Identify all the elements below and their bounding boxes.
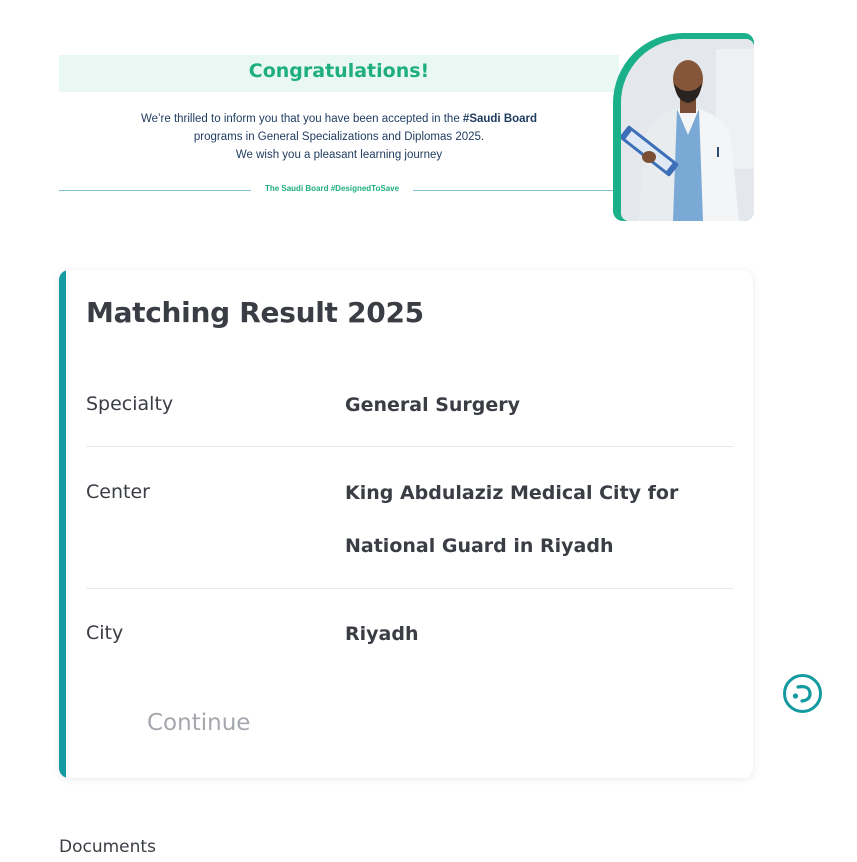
chat-support-icon xyxy=(783,674,822,713)
row-divider xyxy=(86,446,733,447)
banner-message-line-1: We’re thrilled to inform you that you ha… xyxy=(59,113,619,125)
banner-hashtag: #Saudi Board xyxy=(462,113,538,125)
specialty-label: Specialty xyxy=(86,393,174,415)
matching-result-card: Matching Result 2025 Specialty General S… xyxy=(59,270,753,778)
row-divider xyxy=(86,588,733,589)
specialty-value: General Surgery xyxy=(345,394,521,416)
city-label: City xyxy=(86,622,124,644)
continue-button[interactable]: Continue xyxy=(147,710,250,736)
center-value: King Abdulaziz Medical City for National… xyxy=(345,482,679,557)
banner-message-prefix: We’re thrilled to inform you that you ha… xyxy=(140,113,463,125)
banner-footer-rule-right xyxy=(413,190,619,191)
acceptance-banner: Congratulations! We’re thrilled to infor… xyxy=(59,33,754,221)
banner-footer: The Saudi Board #DesignedToSave xyxy=(59,184,619,196)
card-title: Matching Result 2025 xyxy=(86,296,424,329)
doctor-photo-frame xyxy=(613,33,754,221)
banner-message-line-3: We wish you a pleasant learning journey xyxy=(235,149,443,161)
banner-title: Congratulations! xyxy=(248,60,430,82)
banner-footer-tag: The Saudi Board #DesignedToSave xyxy=(264,184,400,193)
card-accent-bar xyxy=(59,270,66,778)
center-label: Center xyxy=(86,481,150,503)
documents-section-label: Documents xyxy=(59,837,156,857)
city-value: Riyadh xyxy=(345,623,419,645)
banner-message-line-2: programs in General Specializations and … xyxy=(193,131,485,143)
support-chat-button[interactable] xyxy=(782,673,823,714)
banner-footer-rule-left xyxy=(59,190,251,191)
doctor-illustration xyxy=(621,39,754,221)
doctor-photo xyxy=(621,39,754,221)
